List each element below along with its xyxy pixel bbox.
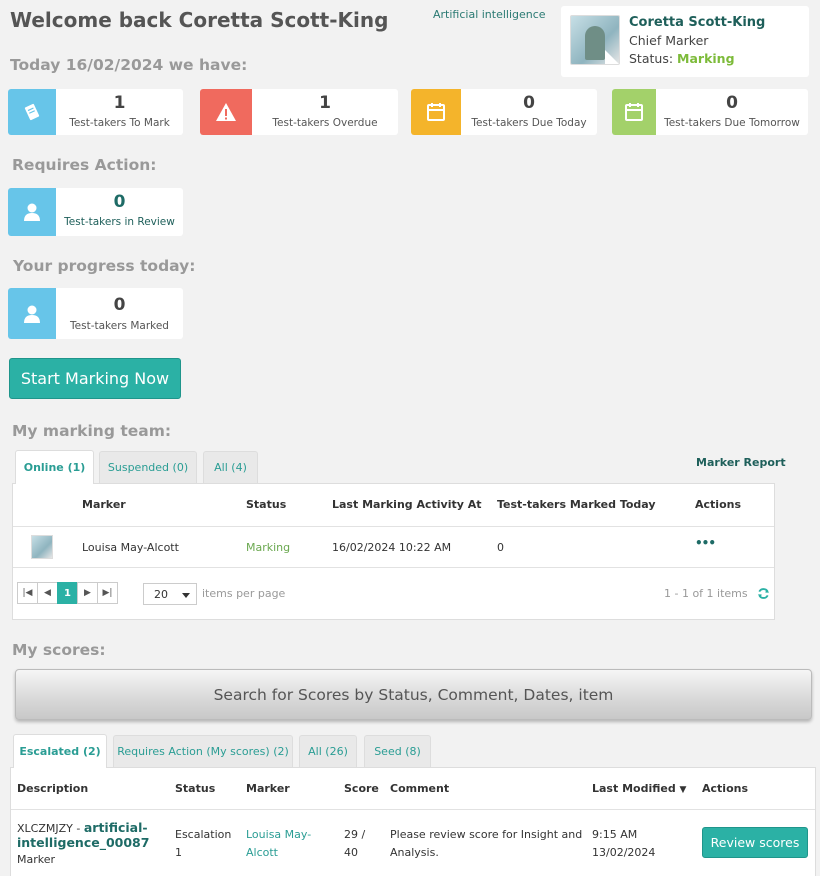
current-page[interactable]: 1 bbox=[57, 582, 78, 604]
col-score-marker[interactable]: Marker bbox=[246, 782, 290, 795]
item-link[interactable]: artificial- bbox=[84, 820, 148, 835]
last-page-button[interactable]: ▶| bbox=[97, 582, 118, 604]
items-per-page-label: items per page bbox=[202, 587, 286, 600]
profile-status: Status: Marking bbox=[629, 51, 735, 66]
chevron-down-icon bbox=[182, 593, 190, 598]
review-scores-button[interactable]: Review scores bbox=[702, 827, 808, 858]
book-icon bbox=[8, 89, 56, 135]
tab-all-scores[interactable]: All (26) bbox=[299, 735, 357, 767]
in-review-label: Test-takers in Review bbox=[64, 216, 175, 228]
user-icon bbox=[8, 288, 56, 339]
status-label: Status: bbox=[629, 51, 674, 66]
start-marking-button[interactable]: Start Marking Now bbox=[9, 358, 181, 399]
profile-card: Coretta Scott-King Chief Marker Status: … bbox=[561, 6, 809, 77]
col-marked-today[interactable]: Test-takers Marked Today bbox=[497, 498, 656, 511]
last-modified-label: Last Modified bbox=[592, 782, 676, 795]
item-link[interactable]: intelligence_00087 bbox=[17, 835, 149, 850]
card-due-today[interactable]: 0 Test-takers Due Today bbox=[411, 89, 597, 135]
score-row-modified-date: 13/02/2024 bbox=[592, 846, 656, 859]
warning-icon bbox=[200, 89, 252, 135]
user-icon bbox=[8, 188, 56, 236]
score-row-description: XLCZMJZY - artificial- bbox=[17, 820, 148, 835]
col-last-activity[interactable]: Last Marking Activity At bbox=[332, 498, 482, 511]
col-score-actions: Actions bbox=[702, 782, 748, 795]
score-search-bar[interactable]: Search for Scores by Status, Comment, Da… bbox=[15, 669, 812, 720]
score-row-role: Marker bbox=[17, 853, 56, 866]
col-status[interactable]: Status bbox=[246, 498, 286, 511]
status-value: Marking bbox=[677, 51, 735, 66]
requires-action-heading: Requires Action: bbox=[12, 156, 157, 174]
to-mark-label: Test-takers To Mark bbox=[69, 117, 170, 129]
score-row-score: 29 / bbox=[344, 828, 366, 841]
prev-page-button[interactable]: ◀ bbox=[37, 582, 58, 604]
card-marked[interactable]: 0 Test-takers Marked bbox=[8, 288, 183, 339]
card-overdue[interactable]: 1 Test-takers Overdue bbox=[200, 89, 398, 135]
overdue-label: Test-takers Overdue bbox=[272, 117, 378, 129]
marker-report-link[interactable]: Marker Report bbox=[696, 456, 786, 469]
avatar bbox=[570, 15, 620, 65]
page-size-value: 20 bbox=[154, 587, 168, 601]
due-tomorrow-count: 0 bbox=[726, 93, 738, 113]
in-review-count: 0 bbox=[113, 192, 126, 212]
score-row-marker[interactable]: Louisa May- bbox=[246, 828, 311, 841]
col-actions: Actions bbox=[695, 498, 741, 511]
refresh-icon[interactable] bbox=[757, 585, 770, 604]
due-today-label: Test-takers Due Today bbox=[471, 117, 587, 129]
col-comment[interactable]: Comment bbox=[390, 782, 449, 795]
col-description[interactable]: Description bbox=[17, 782, 88, 795]
score-row-marker[interactable]: Alcott bbox=[246, 846, 278, 859]
card-to-mark[interactable]: 1 Test-takers To Mark bbox=[8, 89, 183, 135]
card-in-review[interactable]: 0 Test-takers in Review bbox=[8, 188, 183, 236]
page-title: Welcome back Coretta Scott-King bbox=[10, 8, 389, 32]
table-row-marked-today: 0 bbox=[497, 541, 504, 554]
score-row-status: Escalation bbox=[175, 828, 232, 841]
subject-link[interactable]: Artificial intelligence bbox=[433, 8, 546, 21]
marked-count: 0 bbox=[113, 295, 126, 315]
marked-label: Test-takers Marked bbox=[70, 320, 169, 332]
sort-desc-icon: ▼ bbox=[679, 785, 687, 795]
profile-role: Chief Marker bbox=[629, 33, 709, 48]
col-score[interactable]: Score bbox=[344, 782, 379, 795]
col-marker[interactable]: Marker bbox=[82, 498, 126, 511]
tab-all-markers[interactable]: All (4) bbox=[203, 451, 258, 483]
row-actions-menu[interactable]: ••• bbox=[695, 536, 716, 550]
pager-range: 1 - 1 of 1 items bbox=[664, 587, 748, 600]
card-due-tomorrow[interactable]: 0 Test-takers Due Tomorrow bbox=[612, 89, 808, 135]
score-row-status-level: 1 bbox=[175, 846, 182, 859]
score-row-modified-time: 9:15 AM bbox=[592, 828, 638, 841]
tab-seed[interactable]: Seed (8) bbox=[364, 735, 431, 767]
score-row-comment: Please review score for Insight and bbox=[390, 828, 583, 841]
col-score-status[interactable]: Status bbox=[175, 782, 215, 795]
calendar-icon bbox=[612, 89, 656, 135]
table-row-last-activity: 16/02/2024 10:22 AM bbox=[332, 541, 452, 554]
tab-online[interactable]: Online (1) bbox=[15, 450, 94, 484]
tab-escalated[interactable]: Escalated (2) bbox=[13, 734, 107, 768]
score-row-score-max: 40 bbox=[344, 846, 358, 859]
first-page-button[interactable]: |◀ bbox=[17, 582, 38, 604]
next-page-button[interactable]: ▶ bbox=[77, 582, 98, 604]
to-mark-count: 1 bbox=[113, 93, 126, 113]
due-today-count: 0 bbox=[523, 93, 535, 113]
table-row-status: Marking bbox=[246, 541, 291, 554]
tab-suspended[interactable]: Suspended (0) bbox=[99, 451, 197, 483]
avatar bbox=[31, 535, 53, 559]
due-tomorrow-label: Test-takers Due Tomorrow bbox=[664, 117, 800, 129]
scores-heading: My scores: bbox=[12, 641, 106, 659]
progress-heading: Your progress today: bbox=[13, 257, 196, 275]
col-last-modified[interactable]: Last Modified ▼ bbox=[592, 782, 686, 795]
pager: |◀ ◀ 1 ▶ ▶| bbox=[17, 582, 118, 604]
table-row-marker: Louisa May-Alcott bbox=[82, 541, 179, 554]
tab-requires-action[interactable]: Requires Action (My scores) (2) bbox=[113, 735, 293, 767]
team-heading: My marking team: bbox=[12, 422, 172, 440]
page-size-select[interactable]: 20 bbox=[143, 583, 197, 605]
overdue-count: 1 bbox=[319, 93, 331, 113]
profile-name[interactable]: Coretta Scott-King bbox=[629, 15, 765, 30]
score-row-comment: Analysis. bbox=[390, 846, 439, 859]
score-code: XLCZMJZY - bbox=[17, 822, 81, 835]
calendar-icon bbox=[411, 89, 461, 135]
today-heading: Today 16/02/2024 we have: bbox=[10, 56, 248, 74]
